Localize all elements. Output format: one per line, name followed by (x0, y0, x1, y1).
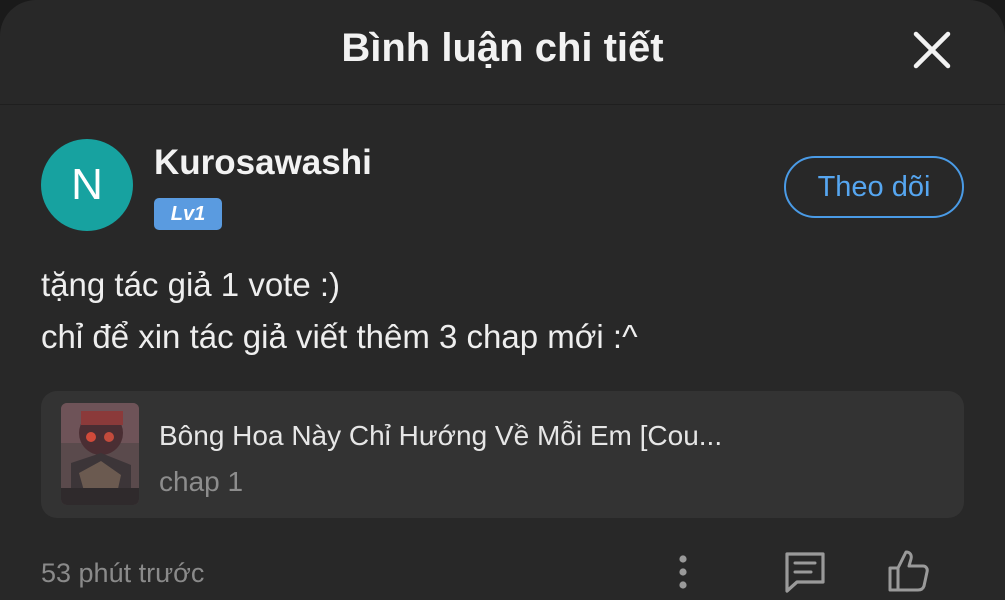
header: Bình luận chi tiết (0, 0, 1005, 105)
page-title: Bình luận chi tiết (341, 26, 664, 70)
reply-button[interactable] (781, 548, 829, 594)
avatar-letter: N (71, 160, 103, 209)
comment-detail-sheet: Bình luận chi tiết N Kurosawashi Lv1 The… (0, 0, 1005, 600)
thumbs-up-icon (888, 550, 929, 592)
close-icon (913, 31, 951, 69)
more-options-button[interactable] (668, 550, 698, 594)
avatar[interactable]: N (41, 139, 133, 231)
like-button[interactable] (884, 546, 932, 594)
comment-text-line: tặng tác giả 1 vote :) (41, 266, 341, 303)
story-title: Bông Hoa Này Chỉ Hướng Về Mỗi Em [Cou... (159, 420, 723, 451)
follow-button[interactable]: Theo dõi (784, 156, 964, 218)
more-vertical-icon (679, 555, 687, 589)
close-button[interactable] (908, 26, 956, 74)
timestamp: 53 phút trước (41, 558, 205, 588)
story-cover-image (61, 403, 139, 505)
reply-icon (785, 552, 825, 593)
comment-text-line: chỉ để xin tác giả viết thêm 3 chap mới … (41, 318, 638, 355)
story-chapter: chap 1 (159, 466, 244, 497)
story-card[interactable]: Bông Hoa Này Chỉ Hướng Về Mỗi Em [Cou...… (41, 391, 964, 518)
level-badge: Lv1 (154, 198, 222, 230)
username[interactable]: Kurosawashi (154, 141, 372, 185)
